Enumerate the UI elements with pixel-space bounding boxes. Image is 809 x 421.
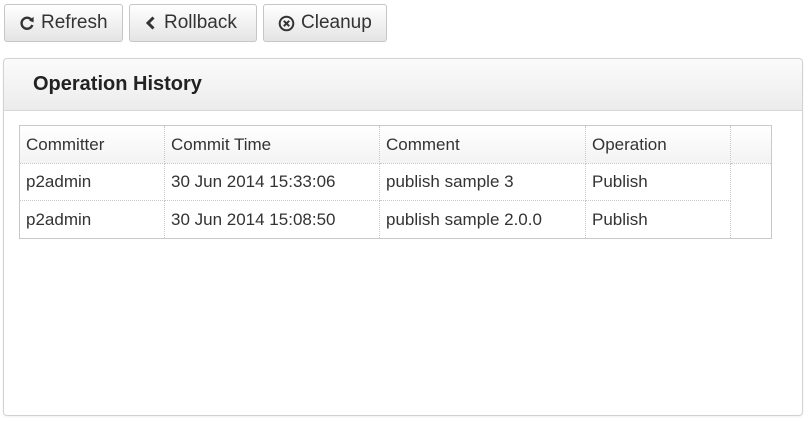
refresh-label: Refresh (41, 12, 108, 33)
cell-committer: p2admin (20, 201, 165, 238)
refresh-button[interactable]: Refresh (4, 4, 123, 42)
cell-commit-time: 30 Jun 2014 15:08:50 (165, 201, 380, 238)
history-table: Committer Commit Time Comment Operation … (19, 125, 772, 239)
cell-operation: Publish (586, 201, 731, 238)
panel-title: Operation History (33, 73, 202, 95)
chevron-left-icon (144, 15, 158, 31)
cleanup-label: Cleanup (301, 12, 372, 33)
column-header-committer[interactable]: Committer (20, 126, 165, 164)
cleanup-button[interactable]: Cleanup (263, 4, 387, 42)
table-row[interactable]: p2admin 30 Jun 2014 15:33:06 publish sam… (20, 164, 731, 201)
rollback-button[interactable]: Rollback (129, 4, 257, 42)
panel-header: Operation History (4, 59, 802, 111)
column-header-operation[interactable]: Operation (586, 126, 731, 164)
column-header-commit-time[interactable]: Commit Time (165, 126, 380, 164)
rollback-label: Rollback (164, 12, 237, 33)
column-header-spacer (731, 126, 771, 164)
cell-comment: publish sample 3 (380, 164, 586, 201)
cell-comment: publish sample 2.0.0 (380, 201, 586, 238)
table-row[interactable]: p2admin 30 Jun 2014 15:08:50 publish sam… (20, 201, 731, 238)
refresh-icon (19, 15, 35, 31)
cell-commit-time: 30 Jun 2014 15:33:06 (165, 164, 380, 201)
cell-committer: p2admin (20, 164, 165, 201)
cell-operation: Publish (586, 164, 731, 201)
column-header-comment[interactable]: Comment (380, 126, 586, 164)
circle-x-icon (278, 15, 295, 32)
